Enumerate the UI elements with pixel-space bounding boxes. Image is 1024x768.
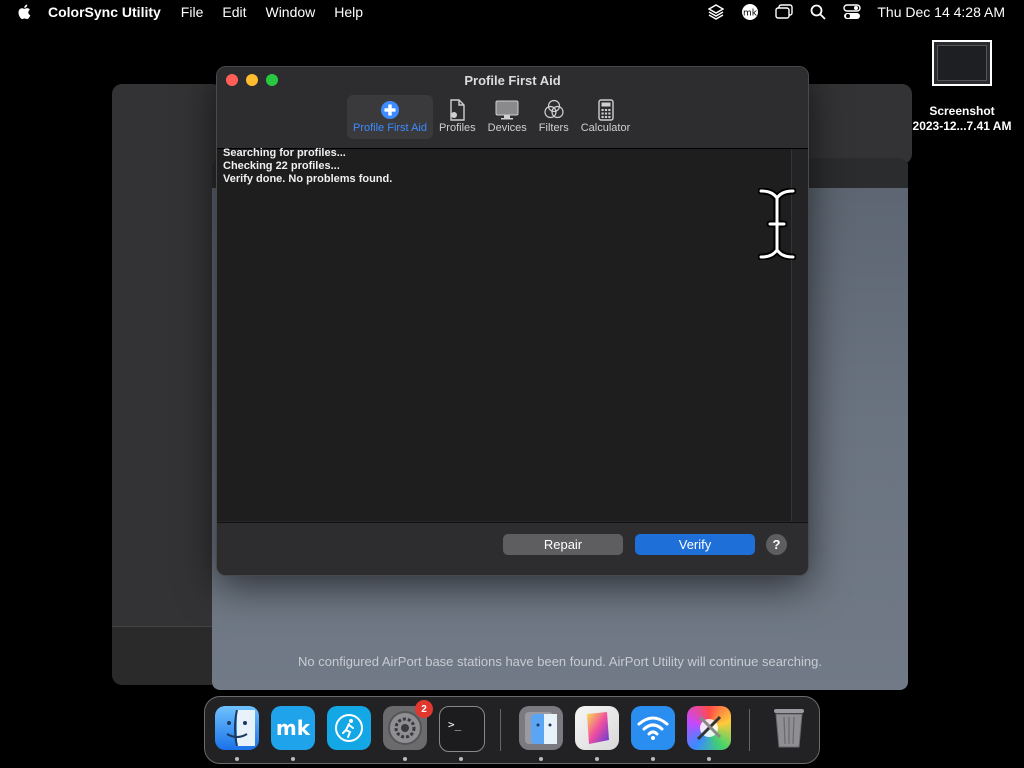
app-menu[interactable]: ColorSync Utility — [48, 4, 161, 20]
dock-colorsync-utility[interactable] — [575, 706, 619, 750]
log-line: Searching for profiles... — [223, 147, 346, 159]
search-icon[interactable] — [809, 3, 827, 21]
wifi-icon — [637, 716, 669, 740]
help-button[interactable]: ? — [766, 534, 787, 555]
menu-window[interactable]: Window — [265, 4, 315, 20]
tab-label: Profiles — [438, 122, 476, 134]
tools-icon — [696, 715, 722, 741]
menu-clock[interactable]: Thu Dec 14 4:28 AM — [877, 4, 1005, 20]
devices-icon — [495, 98, 519, 122]
terminal-icon: >_ — [448, 718, 462, 731]
log-line: Checking 22 profiles... — [223, 160, 340, 172]
dock-finder-downloads[interactable] — [519, 706, 563, 750]
calculator-icon — [594, 98, 618, 122]
background-window-left — [112, 84, 222, 685]
desktop-screenshot-file[interactable]: Screenshot 2023-12...7.41 AM — [912, 40, 1012, 134]
dock-color-utility[interactable] — [687, 706, 731, 750]
verify-button[interactable]: Verify — [635, 534, 755, 555]
dock-trash[interactable] — [767, 706, 811, 750]
background-window-right — [800, 84, 912, 164]
tab-profiles[interactable]: Profiles — [433, 95, 482, 139]
tab-label: Filters — [538, 122, 569, 134]
first-aid-icon — [378, 98, 402, 122]
log-text-area[interactable] — [217, 149, 791, 521]
menu-help[interactable]: Help — [334, 4, 363, 20]
mk-icon[interactable]: mk — [741, 3, 759, 21]
dock-mk[interactable]: mk — [271, 706, 315, 750]
svg-text:mk: mk — [743, 9, 758, 19]
tab-devices[interactable]: Devices — [482, 95, 533, 139]
log-output: Searching for profiles... Checking 22 pr… — [223, 147, 392, 186]
layers-icon[interactable] — [707, 3, 725, 21]
control-center-icon[interactable] — [843, 3, 862, 21]
dock-system-settings[interactable]: 2 — [383, 700, 433, 750]
svg-text:mk: mk — [276, 716, 311, 740]
filters-icon — [542, 98, 566, 122]
log-line: Verify done. No problems found. — [223, 173, 393, 185]
window-titlebar: Profile First Aid Profile First Aid Prof… — [217, 67, 808, 149]
dock: mk 2 >_ — [204, 696, 820, 764]
apple-menu-icon[interactable] — [14, 4, 34, 20]
trash-icon — [774, 709, 804, 748]
screenshot-thumbnail-icon — [932, 40, 992, 86]
tab-label: Devices — [487, 122, 527, 134]
window-switch-icon[interactable] — [775, 3, 794, 21]
menu-file[interactable]: File — [181, 4, 204, 20]
colorsync-window: Profile First Aid Profile First Aid Prof… — [216, 66, 809, 576]
mk-app-icon: mk — [276, 716, 311, 740]
tab-label: Calculator — [580, 122, 631, 134]
finder-icon — [226, 710, 255, 746]
finder-stack-icon — [525, 712, 557, 744]
tab-calculator[interactable]: Calculator — [575, 95, 637, 139]
svg-text:>_: >_ — [448, 718, 462, 731]
tab-filters[interactable]: Filters — [533, 95, 575, 139]
dock-terminal[interactable]: >_ — [439, 706, 485, 752]
dock-fitness[interactable] — [327, 706, 371, 750]
airport-status-message: No configured AirPort base stations have… — [298, 654, 822, 669]
toolbar: Profile First Aid Profiles Devices Filte… — [347, 95, 636, 139]
notification-badge: 2 — [415, 700, 433, 718]
colorsync-icon — [587, 712, 609, 744]
dock-finder[interactable] — [215, 706, 259, 750]
running-person-icon — [335, 714, 363, 742]
dock-airport-utility[interactable] — [631, 706, 675, 750]
desktop-file-name-line1: Screenshot — [929, 104, 995, 118]
profiles-icon — [445, 98, 469, 122]
window-footer: Repair Verify ? — [217, 522, 808, 575]
desktop-file-name-line2: 2023-12...7.41 AM — [912, 119, 1012, 133]
tab-label: Profile First Aid — [353, 122, 427, 134]
tab-profile-first-aid[interactable]: Profile First Aid — [347, 95, 433, 139]
menu-bar: ColorSync Utility File Edit Window Help … — [0, 0, 1024, 24]
repair-button[interactable]: Repair — [503, 534, 623, 555]
window-title: Profile First Aid — [464, 73, 561, 88]
text-cursor-icon — [757, 187, 797, 265]
menu-edit[interactable]: Edit — [222, 4, 246, 20]
